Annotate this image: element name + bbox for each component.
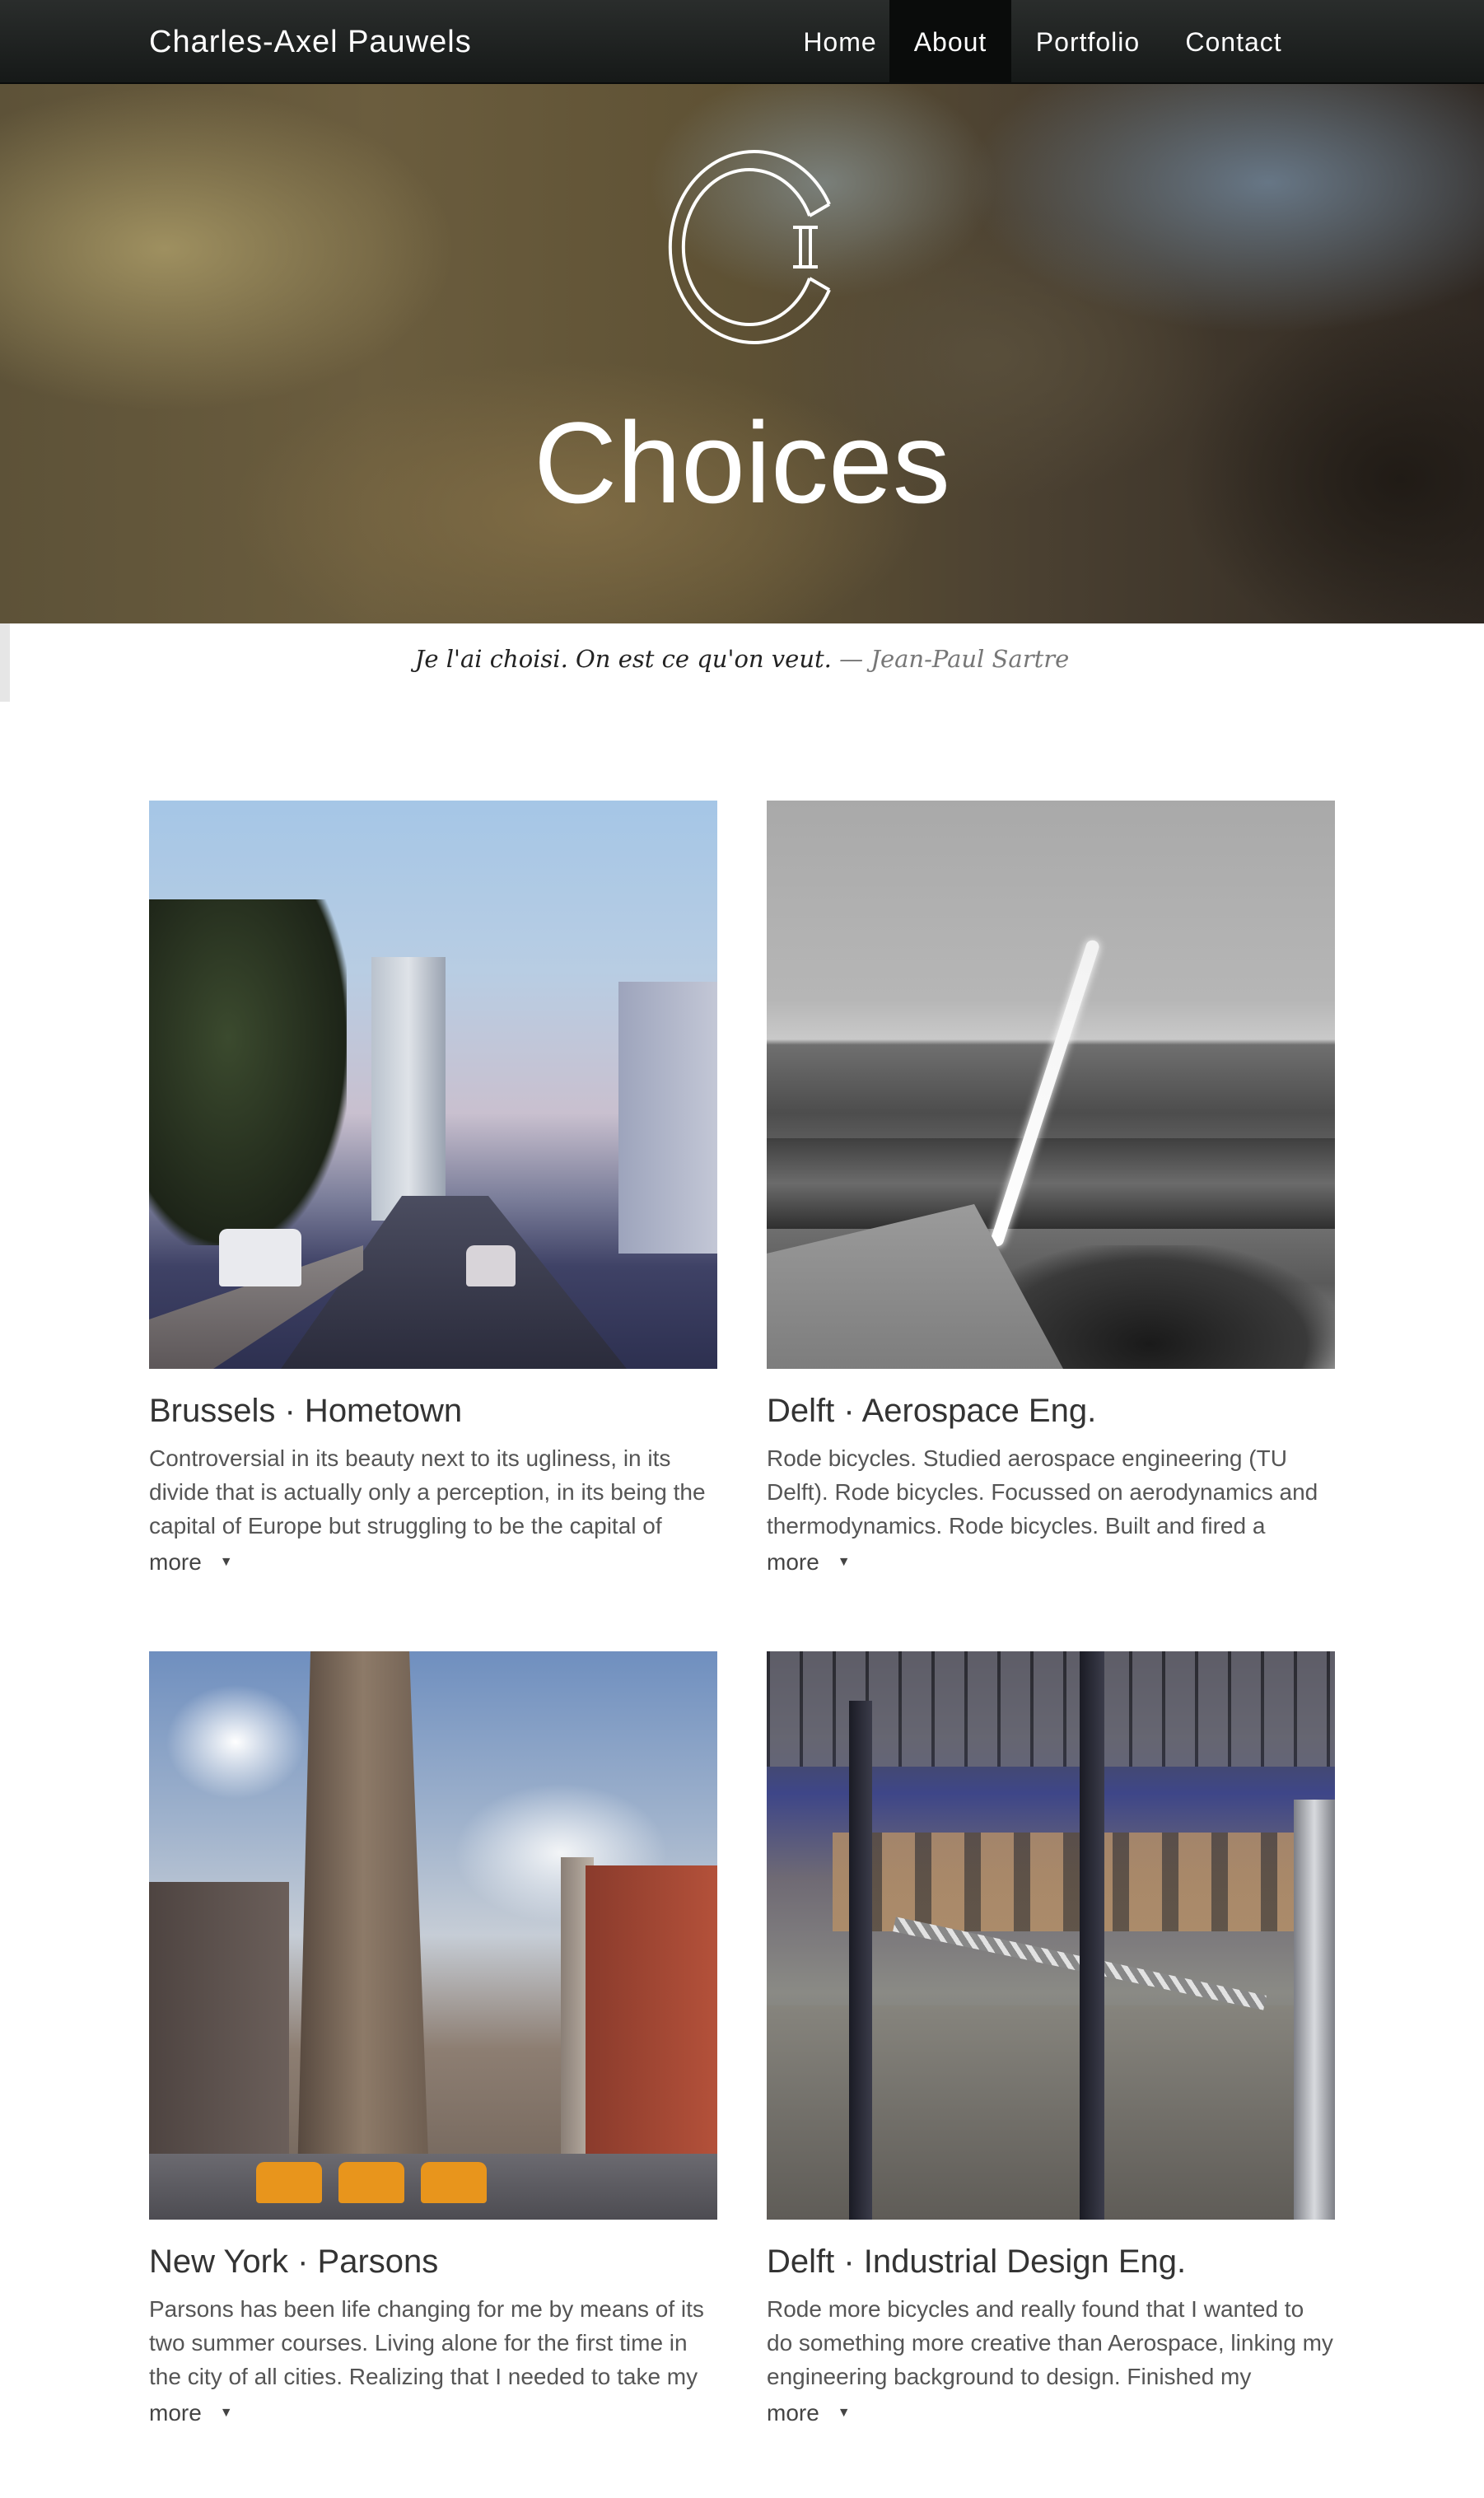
more-label: more [767, 1549, 819, 1575]
card-delft-industrial: Delft · Industrial Design Eng. Rode more… [767, 1651, 1335, 2430]
card-text: Rode bicycles. Studied aerospace enginee… [767, 1445, 1318, 1538]
hero-banner: Choices [0, 84, 1484, 623]
card-brussels: Brussels · Hometown Controversial in its… [149, 801, 717, 1579]
card-new-york: New York · Parsons Parsons has been life… [149, 1651, 717, 2430]
quote-text: Je l'ai choisi. On est ce qu'on veut. [414, 645, 832, 673]
more-label: more [149, 2400, 202, 2426]
card-text: Parsons has been life changing for me by… [149, 2296, 704, 2389]
card-delft-aerospace: Delft · Aerospace Eng. Rode bicycles. St… [767, 801, 1335, 1579]
caret-down-icon: ▼ [837, 1555, 851, 1569]
ci-monogram-icon [668, 150, 831, 344]
hero-title: Choices [534, 398, 950, 527]
caret-down-icon: ▼ [219, 2406, 233, 2420]
brand-link[interactable]: Charles-Axel Pauwels [149, 21, 472, 63]
photo-brussels[interactable] [149, 801, 717, 1369]
more-link[interactable]: more ▼ [149, 2397, 717, 2430]
card-text: Controversial in its beauty next to its … [149, 1445, 706, 1538]
quote-author: — Jean-Paul Sartre [839, 645, 1070, 673]
main-nav: Home About Portfolio Contact [791, 0, 1303, 84]
more-link[interactable]: more ▼ [767, 1546, 1335, 1579]
more-label: more [767, 2400, 819, 2426]
more-link[interactable]: more ▼ [149, 1546, 717, 1579]
caret-down-icon: ▼ [219, 1555, 233, 1569]
nav-item-portfolio[interactable]: Portfolio [1011, 0, 1164, 84]
more-label: more [149, 1549, 202, 1575]
caret-down-icon: ▼ [837, 2406, 851, 2420]
nav-item-home[interactable]: Home [791, 0, 889, 84]
top-navbar: Charles-Axel Pauwels Home About Portfoli… [0, 0, 1484, 84]
more-link[interactable]: more ▼ [767, 2397, 1335, 2430]
photo-delft-hall[interactable] [767, 1651, 1335, 2220]
photo-new-york[interactable] [149, 1651, 717, 2220]
nav-item-about[interactable]: About [889, 0, 1011, 84]
card-title: Delft · Aerospace Eng. [767, 1393, 1097, 1429]
nav-item-contact[interactable]: Contact [1164, 0, 1303, 84]
card-text: Rode more bicycles and really found that… [767, 2296, 1333, 2389]
card-title: New York · Parsons [149, 2244, 439, 2280]
sartre-quote: Je l'ai choisi. On est ce qu'on veut. — … [0, 645, 1484, 673]
card-title: Brussels · Hometown [149, 1393, 463, 1429]
photo-delft-rocket[interactable] [767, 801, 1335, 1369]
card-title: Delft · Industrial Design Eng. [767, 2244, 1187, 2280]
